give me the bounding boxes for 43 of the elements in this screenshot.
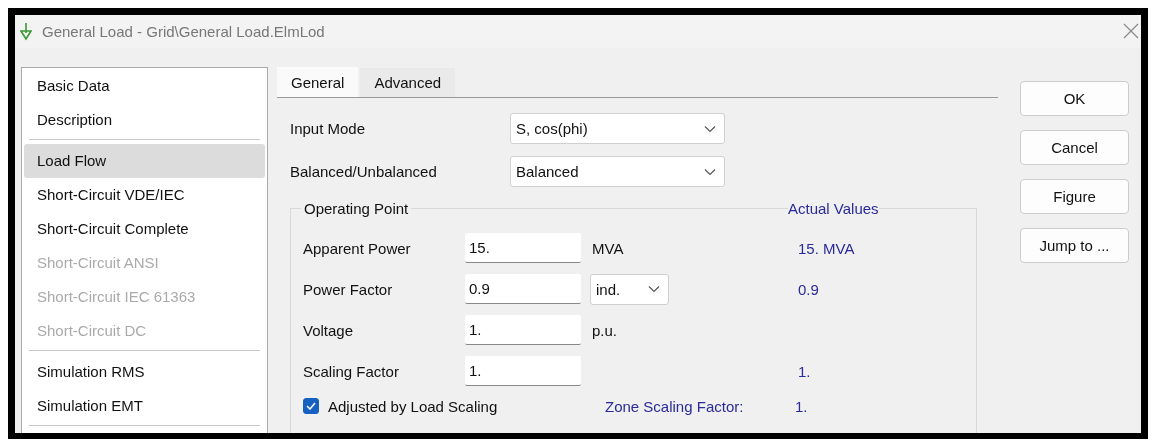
- load-arrow-icon: [20, 22, 32, 41]
- dialog-button[interactable]: Jump to ...: [1020, 228, 1129, 263]
- tab[interactable]: Advanced: [360, 68, 456, 97]
- field-label: Input Mode: [290, 120, 367, 137]
- actual-value: 1.: [798, 362, 811, 380]
- dialog-button[interactable]: Figure: [1020, 179, 1129, 214]
- field-label: Balanced/Unbalanced: [290, 163, 438, 180]
- field-label: Voltage: [303, 320, 355, 341]
- unit-label: MVA: [591, 239, 624, 257]
- window-title: General Load - Grid\General Load.ElmLod: [42, 23, 325, 40]
- sidebar-item[interactable]: Load Flow: [24, 144, 265, 178]
- chevron-down-icon: [704, 167, 716, 176]
- dropdown[interactable]: S, cos(phi): [510, 113, 725, 144]
- field-label: Scaling Factor: [303, 361, 400, 382]
- group-title: Operating Point: [301, 200, 412, 218]
- dialog-button[interactable]: OK: [1020, 81, 1129, 116]
- actual-value: 15. MVA: [798, 239, 855, 257]
- field-label: Power Factor: [303, 279, 394, 300]
- chevron-down-icon: [648, 285, 660, 293]
- sidebar-item[interactable]: Simulation EMT: [24, 389, 265, 423]
- zone-value: 1.: [795, 397, 808, 415]
- sidebar-item[interactable]: Simulation RMS: [24, 355, 265, 389]
- sidebar-item[interactable]: Short-Circuit VDE/IEC: [24, 178, 265, 212]
- chevron-down-icon: [704, 124, 716, 133]
- dialog-button[interactable]: Cancel: [1020, 130, 1129, 165]
- checkmark-icon: [306, 402, 316, 410]
- sidebar-item[interactable]: Basic Data: [24, 69, 265, 103]
- unit-label: p.u.: [591, 321, 618, 339]
- dropdown[interactable]: ind.: [590, 273, 669, 305]
- tab[interactable]: General: [277, 67, 359, 97]
- dropdown[interactable]: Balanced: [510, 156, 725, 187]
- sidebar-item[interactable]: Description: [24, 103, 265, 137]
- input-field[interactable]: 0.9: [465, 274, 581, 304]
- input-field[interactable]: 1.: [465, 356, 581, 386]
- actual-value: 0.9: [798, 280, 819, 298]
- input-field[interactable]: 15.: [465, 233, 581, 263]
- checkbox[interactable]: [303, 398, 319, 414]
- close-icon[interactable]: [1123, 23, 1139, 39]
- checkbox-label: Adjusted by Load Scaling: [328, 397, 499, 415]
- zone-label: Zone Scaling Factor:: [605, 397, 745, 415]
- field-label: Apparent Power: [303, 238, 412, 259]
- sidebar-item[interactable]: Short-Circuit Complete: [24, 212, 265, 246]
- input-field[interactable]: 1.: [465, 315, 581, 345]
